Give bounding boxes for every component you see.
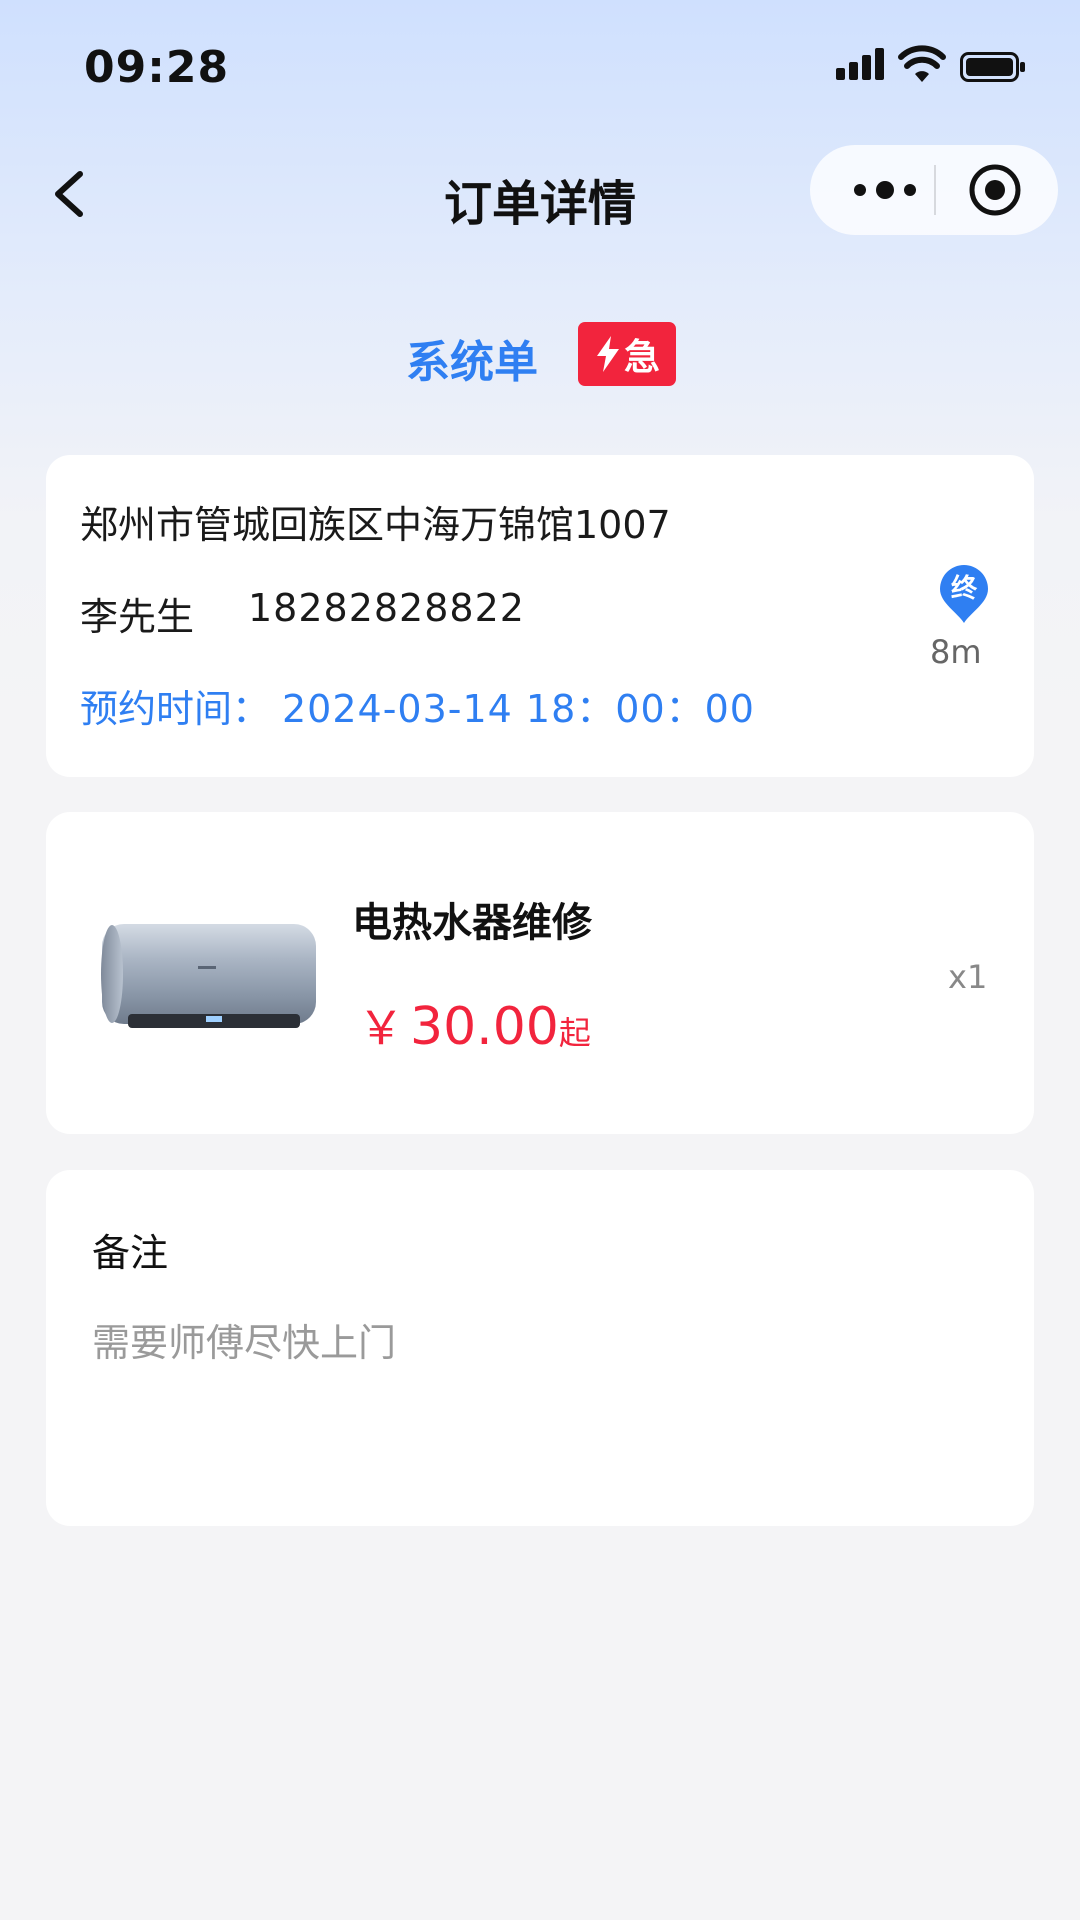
customer-phone[interactable]: 18282828822	[248, 586, 525, 630]
urgent-badge: 急	[578, 322, 676, 386]
price-suffix: 起	[558, 1014, 591, 1052]
price-currency: ￥	[358, 1001, 404, 1055]
service-quantity: x1	[948, 958, 988, 996]
cellular-signal-icon	[836, 48, 886, 80]
order-type-label: 系统单	[406, 337, 538, 388]
service-name: 电热水器维修	[352, 900, 592, 946]
distance-text: 8m	[930, 633, 982, 671]
customer-name: 李先生	[80, 595, 195, 639]
destination-marker: 终	[950, 574, 977, 604]
appointment-time: 2024-03-14 18：00：00	[282, 687, 755, 731]
capsule-divider	[934, 165, 936, 215]
remark-text: 需要师傅尽快上门	[92, 1321, 397, 1365]
status-time: 09:28	[84, 42, 230, 93]
mini-program-capsule	[810, 145, 1058, 235]
price-amount: 30.00	[410, 997, 559, 1057]
urgent-label: 急	[623, 337, 660, 378]
battery-icon	[960, 52, 1025, 82]
water-heater-image	[101, 924, 316, 1028]
more-icon[interactable]	[850, 173, 920, 207]
service-price: ￥ 30.00起	[358, 992, 591, 1058]
appointment-label: 预约时间：	[80, 687, 271, 731]
lightning-icon	[596, 336, 619, 372]
address-text: 郑州市管城回族区中海万锦馆1007	[80, 503, 671, 547]
close-target-icon[interactable]	[968, 163, 1022, 217]
wifi-icon	[898, 45, 946, 82]
remark-title: 备注	[92, 1231, 169, 1275]
